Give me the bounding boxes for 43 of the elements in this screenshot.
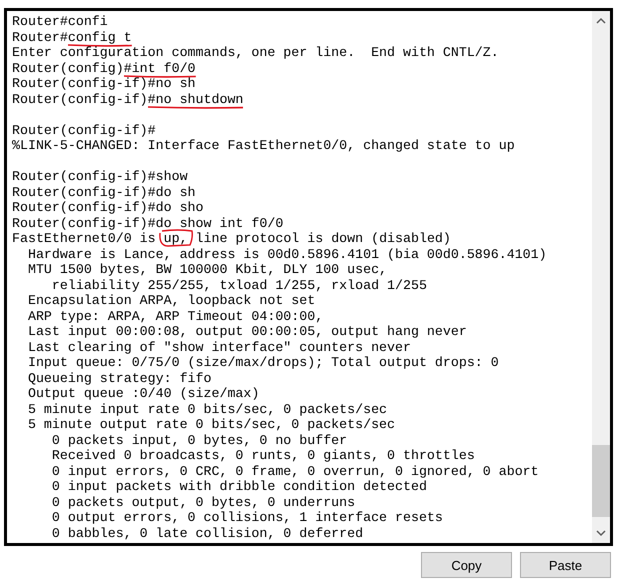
console-text: 0 output errors, 0 collisions, 1 interface resets [50, 510, 443, 525]
console-text: Hardware is Lance, address is 00d0.5896.4101 (bia 00d0.5896.4101) [26, 246, 547, 262]
copy-button[interactable]: Copy [421, 552, 512, 578]
console-text: Received 0 broadcasts, 0 runts, 0 giants, 0 throttles [50, 448, 475, 463]
console-text: Router(config-if)#no sh [12, 76, 196, 91]
console-text: Router(config-if)#show [12, 169, 188, 184]
console-text: line protocol is down (disabled) [194, 231, 451, 246]
console-text: MTU 1500 bytes, BW 100000 Kbit, DLY 100 usec, [26, 262, 388, 277]
scroll-up-icon[interactable] [596, 17, 606, 25]
console-text: Last input 00:00:08, output 00:00:05, output hang never [26, 324, 467, 339]
paste-button[interactable]: Paste [520, 552, 611, 578]
scrollbar[interactable] [592, 11, 610, 543]
console-text: Router(config-if)#do sh [12, 184, 196, 200]
console-text: reliability 255/255, txload 1/255, rxload 1/255 [50, 278, 427, 292]
console-text: #no shutdown [148, 92, 244, 106]
console-text: Output queue :0/40 (size/max) [26, 386, 260, 401]
console-text: Router(config) [12, 60, 124, 76]
console-text: 0 packets input, 0 bytes, 0 no buffer [50, 432, 348, 448]
console-text: ARP type: ARPA, ARP Timeout 04:00:00, [26, 308, 324, 324]
console-text: 5 minute output rate 0 bits/sec, 0 packets/sec [26, 417, 396, 432]
console-text: Queueing strategy: fifo [26, 370, 212, 386]
console-text: 5 minute input rate 0 bits/sec, 0 packets/sec [26, 402, 388, 416]
scroll-down-icon[interactable] [596, 529, 606, 537]
console-text: Router# [12, 30, 68, 44]
console-text: 0 input errors, 0 CRC, 0 frame, 0 overrun, 0 ignored, 0 abort [50, 464, 539, 478]
console-text: Input queue: 0/75/0 (size/max/drops); Total output drops: 0 [26, 355, 499, 370]
console-text: Router(config-if) [12, 92, 148, 106]
console-text: FastEthernet0/0 is [12, 231, 157, 246]
console-text: config t [68, 30, 132, 44]
console-text: Router(config-if)#do show int f0/0 [12, 216, 284, 230]
console-text: 0 babbles, 0 late collision, 0 deferred [50, 526, 364, 540]
console-text: #int f0/0 [124, 60, 196, 76]
console-text: Enter configuration commands, one per line. End with CNTL/Z. [12, 45, 499, 60]
console-text: up, [164, 231, 188, 246]
console-text: %LINK-5-CHANGED: Interface FastEthernet0/0, changed state to up [12, 138, 515, 153]
console-text: Encapsulation ARPA, loopback not set [26, 293, 316, 308]
console-text: Router#confi [12, 14, 108, 29]
console-text: Last clearing of "show interface" counters never [26, 340, 411, 354]
console-text: Router(config-if)# [12, 122, 156, 138]
console-text: 0 input packets with dribble condition detected [50, 479, 427, 494]
console-text: 0 packets output, 0 bytes, 0 underruns [50, 494, 356, 510]
scroll-thumb[interactable] [592, 445, 610, 517]
console-text: Router(config-if)#do sho [12, 200, 204, 215]
